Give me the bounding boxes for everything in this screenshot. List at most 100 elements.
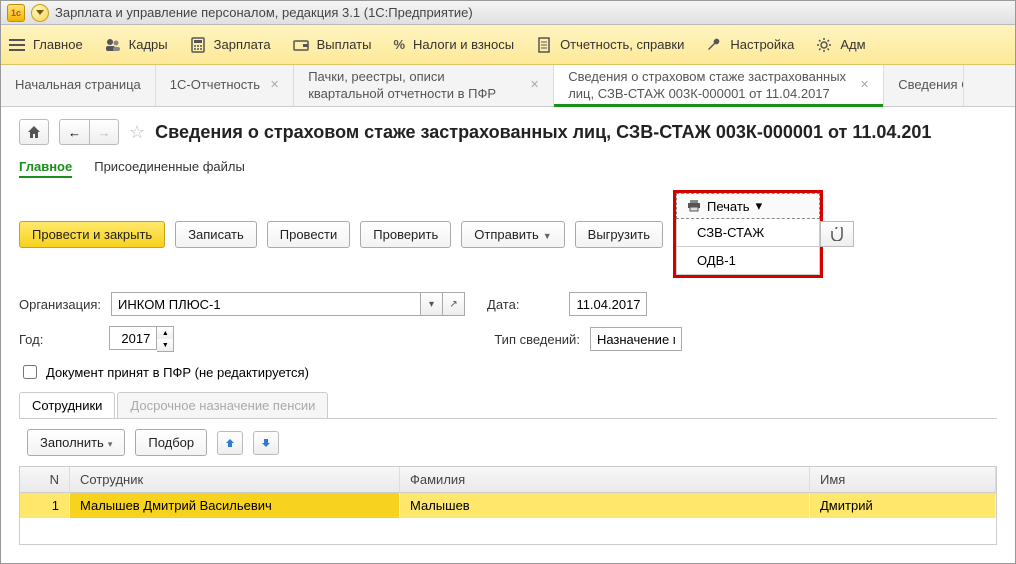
sub-nav: Главное Присоединенные файлы bbox=[19, 159, 997, 178]
menu-hamburger[interactable]: Главное bbox=[9, 37, 83, 52]
year-down-button[interactable]: ▼ bbox=[157, 339, 173, 351]
tab-overflow[interactable]: Сведения СЗВ-СТА bbox=[884, 65, 964, 106]
window-title: Зарплата и управление персоналом, редакц… bbox=[55, 5, 473, 20]
subnav-attached[interactable]: Присоединенные файлы bbox=[94, 159, 245, 178]
percent-icon: % bbox=[393, 37, 405, 52]
menu-nalogi[interactable]: % Налоги и взносы bbox=[393, 37, 514, 52]
menu-item-label: Кадры bbox=[129, 37, 168, 52]
dropdown-icon[interactable] bbox=[31, 4, 49, 22]
close-icon[interactable]: ✕ bbox=[270, 79, 279, 93]
tab-label: 1С-Отчетность bbox=[170, 77, 260, 93]
favorite-star-icon[interactable]: ☆ bbox=[129, 122, 145, 143]
menu-item-label: Адм bbox=[840, 37, 865, 52]
grid-header-n[interactable]: N bbox=[20, 467, 70, 492]
menu-kadry[interactable]: Кадры bbox=[105, 37, 168, 53]
printer-icon bbox=[687, 200, 701, 212]
date-label: Дата: bbox=[487, 297, 519, 312]
grid-header-surname[interactable]: Фамилия bbox=[400, 467, 810, 492]
employees-grid: N Сотрудник Фамилия Имя 1 Малышев Дмитри… bbox=[19, 466, 997, 545]
forward-button[interactable]: → bbox=[89, 119, 119, 145]
menu-vyplaty[interactable]: Выплаты bbox=[293, 37, 372, 53]
print-button[interactable]: Печать▾ bbox=[676, 193, 820, 219]
people-icon bbox=[105, 37, 121, 53]
home-icon bbox=[27, 125, 41, 139]
cell-surname: Малышев bbox=[400, 493, 810, 518]
check-button[interactable]: Проверить bbox=[360, 221, 451, 248]
cell-n: 1 bbox=[20, 493, 70, 518]
paperclip-icon bbox=[830, 227, 844, 241]
menu-nastroika[interactable]: Настройка bbox=[706, 37, 794, 53]
tab-szv-stazh[interactable]: Сведения о страховом стаже застрахованны… bbox=[554, 65, 884, 106]
move-up-button[interactable] bbox=[217, 431, 243, 455]
main-menu: Главное Кадры Зарплата Выплаты % Налоги … bbox=[1, 25, 1015, 65]
post-and-close-button[interactable]: Провести и закрыть bbox=[19, 221, 165, 248]
doc-toolbar: Заполнить▾ Подбор bbox=[19, 419, 997, 466]
type-field[interactable] bbox=[590, 327, 682, 351]
org-select-button[interactable]: ▾ bbox=[421, 292, 443, 316]
print-dropdown-highlighted: Печать▾ СЗВ-СТАЖ ОДВ-1 bbox=[673, 190, 823, 278]
tab-1c-report[interactable]: 1С-Отчетность ✕ bbox=[156, 65, 294, 106]
menu-item-label: Отчетность, справки bbox=[560, 37, 684, 52]
export-button[interactable]: Выгрузить bbox=[575, 221, 663, 248]
tab-employees[interactable]: Сотрудники bbox=[19, 392, 115, 418]
titlebar: 1c Зарплата и управление персоналом, ред… bbox=[1, 1, 1015, 25]
report-icon bbox=[536, 37, 552, 53]
pick-button[interactable]: Подбор bbox=[135, 429, 207, 456]
org-label: Организация: bbox=[19, 297, 101, 312]
fill-button[interactable]: Заполнить▾ bbox=[27, 429, 125, 456]
post-button[interactable]: Провести bbox=[267, 221, 351, 248]
wrench-icon bbox=[706, 37, 722, 53]
print-menu-odv1[interactable]: ОДВ-1 bbox=[676, 247, 820, 275]
move-down-button[interactable] bbox=[253, 431, 279, 455]
menu-item-label: Главное bbox=[33, 37, 83, 52]
arrow-down-icon bbox=[260, 437, 272, 449]
calculator-icon bbox=[190, 37, 206, 53]
page-title: Сведения о страховом стаже застрахованны… bbox=[155, 122, 931, 143]
grid-header-employee[interactable]: Сотрудник bbox=[70, 467, 400, 492]
gear-icon bbox=[816, 37, 832, 53]
date-field[interactable] bbox=[569, 292, 647, 316]
type-label: Тип сведений: bbox=[494, 332, 580, 347]
cell-employee: Малышев Дмитрий Васильевич bbox=[70, 493, 400, 518]
grid-header-name[interactable]: Имя bbox=[810, 467, 996, 492]
org-field[interactable] bbox=[111, 292, 421, 316]
menu-otchety[interactable]: Отчетность, справки bbox=[536, 37, 684, 53]
save-button[interactable]: Записать bbox=[175, 221, 257, 248]
year-up-button[interactable]: ▲ bbox=[157, 327, 173, 339]
menu-item-label: Налоги и взносы bbox=[413, 37, 514, 52]
menu-item-label: Выплаты bbox=[317, 37, 372, 52]
back-button[interactable]: ← bbox=[59, 119, 89, 145]
org-open-button[interactable]: ↗ bbox=[443, 292, 465, 316]
hamburger-icon bbox=[9, 39, 25, 51]
year-label: Год: bbox=[19, 332, 43, 347]
app-logo-icon: 1c bbox=[7, 4, 25, 22]
home-button[interactable] bbox=[19, 119, 49, 145]
close-icon[interactable]: ✕ bbox=[530, 79, 539, 93]
accepted-label: Документ принят в ПФР (не редактируется) bbox=[46, 365, 309, 380]
toolbar: Провести и закрыть Записать Провести Про… bbox=[19, 190, 997, 278]
send-button[interactable]: Отправить▼ bbox=[461, 221, 564, 248]
arrow-up-icon bbox=[224, 437, 236, 449]
menu-admin[interactable]: Адм bbox=[816, 37, 865, 53]
subnav-main[interactable]: Главное bbox=[19, 159, 72, 178]
arrow-left-icon: ← bbox=[68, 125, 81, 140]
tab-label: Начальная страница bbox=[15, 77, 141, 93]
menu-zarplata[interactable]: Зарплата bbox=[190, 37, 271, 53]
table-row[interactable]: 1 Малышев Дмитрий Васильевич Малышев Дми… bbox=[20, 493, 996, 518]
tab-early-pension[interactable]: Досрочное назначение пенсии bbox=[117, 392, 328, 418]
menu-item-label: Зарплата bbox=[214, 37, 271, 52]
close-icon[interactable]: ✕ bbox=[860, 79, 869, 93]
tab-label: Сведения СЗВ-СТА bbox=[898, 77, 964, 93]
doc-tabs: Сотрудники Досрочное назначение пенсии bbox=[19, 392, 997, 419]
page-header: ← → ☆ Сведения о страховом стаже застрах… bbox=[19, 119, 997, 145]
document-tabs: Начальная страница 1С-Отчетность ✕ Пачки… bbox=[1, 65, 1015, 107]
print-menu-szv-stazh[interactable]: СЗВ-СТАЖ bbox=[676, 219, 820, 247]
tab-home[interactable]: Начальная страница bbox=[1, 65, 156, 106]
year-field[interactable] bbox=[109, 326, 157, 350]
tab-label: Пачки, реестры, описи квартальной отчетн… bbox=[308, 69, 520, 102]
tab-label: Сведения о страховом стаже застрахованны… bbox=[568, 69, 850, 102]
accepted-checkbox[interactable] bbox=[23, 365, 37, 379]
tab-packs[interactable]: Пачки, реестры, описи квартальной отчетн… bbox=[294, 65, 554, 106]
attach-button[interactable] bbox=[820, 221, 854, 247]
arrow-right-icon: → bbox=[98, 125, 111, 140]
